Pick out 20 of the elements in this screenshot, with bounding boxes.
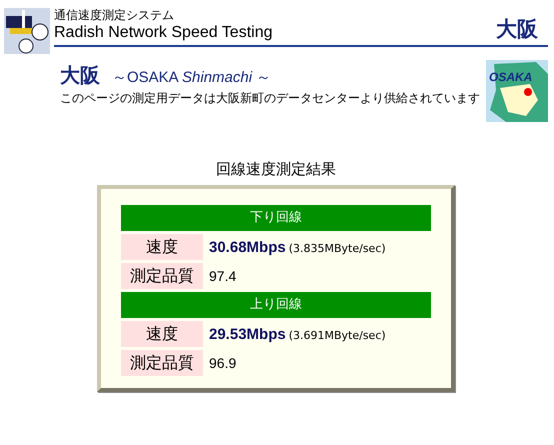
row-label: 測定品質 xyxy=(121,350,203,376)
speed-value: 30.68Mbps xyxy=(209,238,286,256)
speed-detail: (3.691MByte/sec) xyxy=(288,328,386,342)
results-title: 回線速度測定結果 xyxy=(216,160,336,179)
section-header: 下り回線 xyxy=(121,205,431,231)
quality-value: 96.9 xyxy=(209,355,236,371)
row-label: 速度 xyxy=(121,321,203,347)
speed-value: 29.53Mbps xyxy=(209,326,286,342)
quality-value: 97.4 xyxy=(209,268,236,284)
system-subtitle: 通信速度測定システム xyxy=(54,8,175,23)
row-label: 測定品質 xyxy=(121,263,203,289)
city-label: 大阪 xyxy=(496,16,538,43)
system-title: Radish Network Speed Testing xyxy=(54,23,274,43)
location-title: 大阪 xyxy=(60,62,100,89)
speed-detail: (3.835MByte/sec) xyxy=(288,242,386,254)
row-label: 速度 xyxy=(121,234,203,260)
location-tagline: ～OSAKA Shinmachi ～ xyxy=(112,68,272,87)
section-header: 上り回線 xyxy=(121,292,431,318)
location-description: このページの測定用データは大阪新町のデータセンターより供給されています xyxy=(60,91,480,106)
app-logo-icon xyxy=(4,8,50,54)
